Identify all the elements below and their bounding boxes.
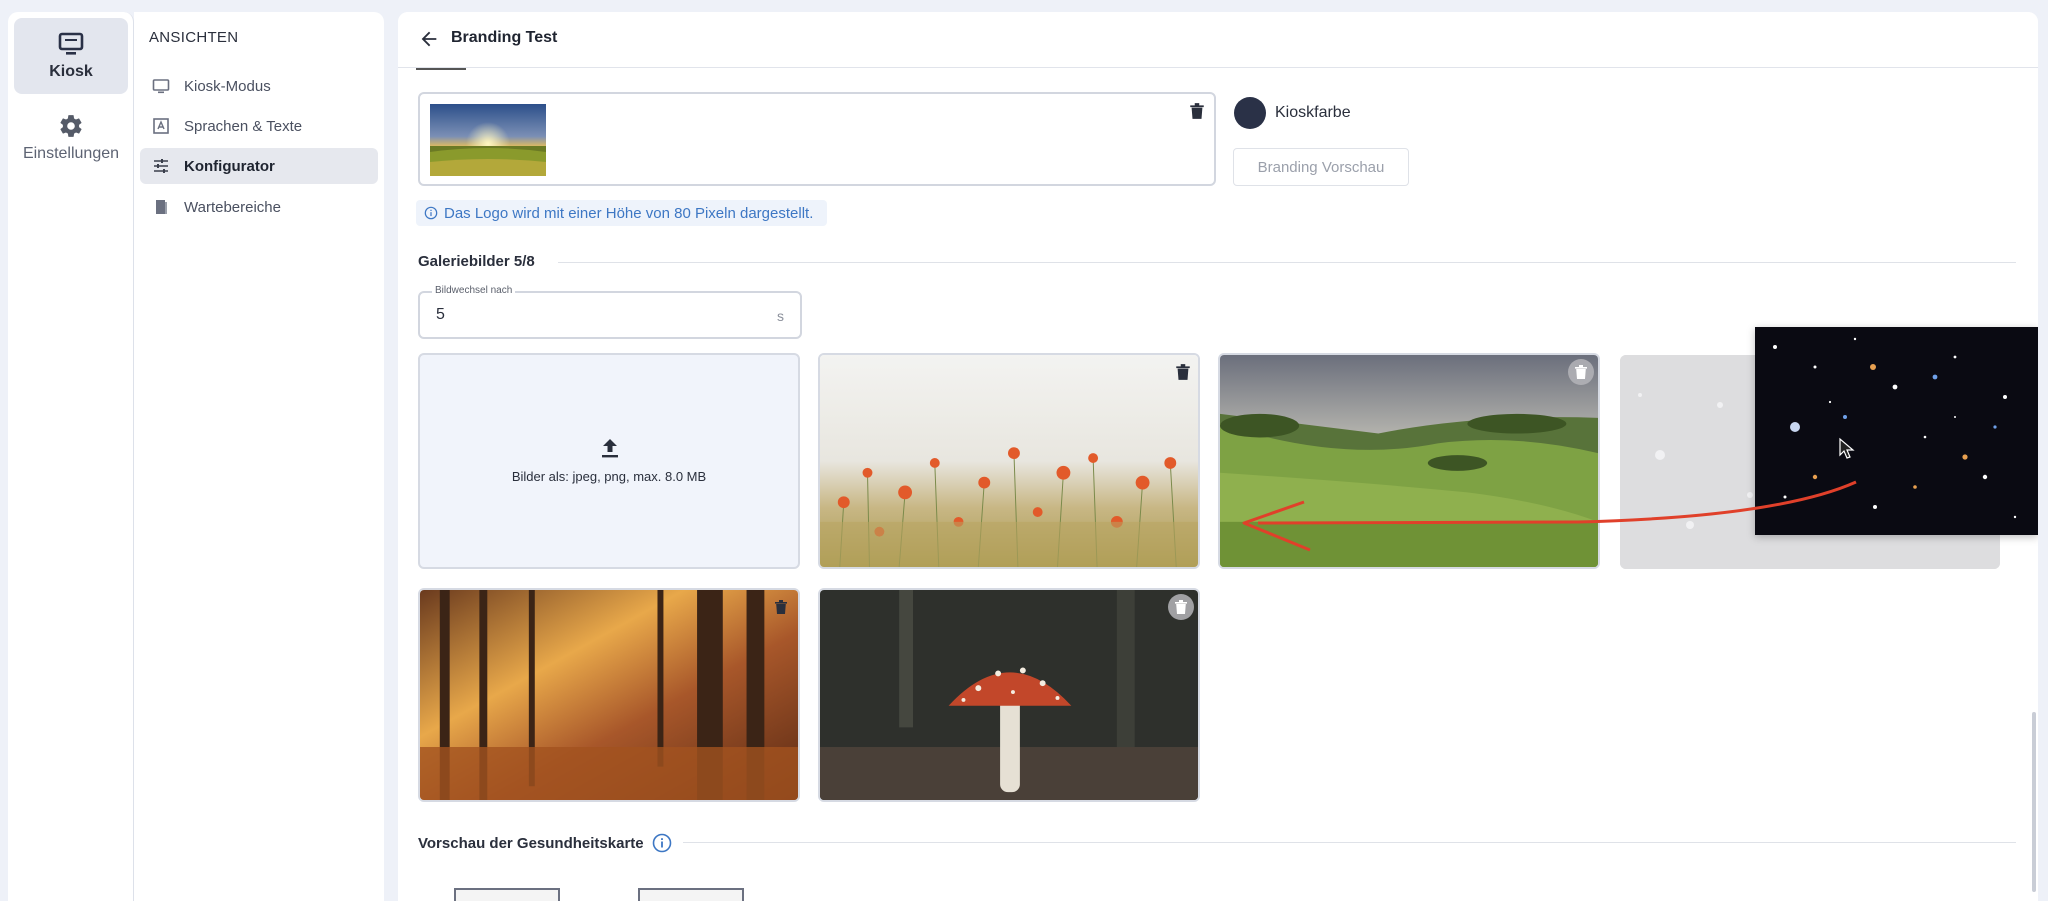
gallery-image-poppy-field[interactable] [818,353,1200,569]
main-panel: Branding Test Kioskfarbe Branding Vorsch… [398,12,2038,901]
gallery-image-green-hills[interactable] [1218,353,1600,569]
image-upload-dropzone[interactable]: Bilder als: jpeg, png, max. 8.0 MB [418,353,800,569]
page-header: Branding Test [398,12,2038,68]
logo-upload-box[interactable] [418,92,1216,186]
sliders-icon [154,159,168,173]
interval-unit: s [777,308,784,324]
branding-preview-button[interactable]: Branding Vorschau [1233,148,1409,186]
interval-input[interactable] [436,306,736,324]
mouse-cursor-icon [1839,437,1855,459]
mushroom-image [820,590,1198,800]
gallery-image-mushroom[interactable] [818,588,1200,802]
health-card-divider [683,842,2016,843]
autumn-forest-image [420,590,798,800]
trash-icon [775,600,787,614]
nav-item-label: Konfigurator [184,157,275,175]
interval-field[interactable]: Bildwechsel nach s [418,285,802,339]
delete-logo-button[interactable] [1184,98,1210,124]
page-title: Branding Test [451,29,558,46]
delete-image-button[interactable] [1168,594,1194,620]
kiosk-monitor-icon [58,32,84,55]
kiosk-color-swatch [1234,97,1266,129]
delete-image-button[interactable] [1170,359,1196,385]
dragged-image-galaxy[interactable] [1755,327,2038,535]
upload-hint: Bilder als: jpeg, png, max. 8.0 MB [511,469,707,484]
interval-field-label: Bildwechsel nach [432,285,516,296]
logo-image-sunset [430,104,546,176]
trash-icon [1175,600,1187,614]
views-nav: ANSICHTEN Kiosk-Modus Sprachen & Texte K… [134,12,384,901]
rail-item-label: Einstellungen [22,145,120,162]
back-arrow-icon[interactable] [418,28,440,50]
nav-item-wartebereiche[interactable]: Wartebereiche [140,189,378,225]
nav-item-konfigurator[interactable]: Konfigurator [140,148,378,184]
health-card-title: Vorschau der Gesundheitskarte [418,834,644,852]
trash-icon [1190,103,1204,119]
health-card-preview-back [638,888,744,901]
kiosk-color-picker[interactable]: Kioskfarbe [1234,97,1351,129]
nav-item-kiosk-modus[interactable]: Kiosk-Modus [140,68,378,104]
logo-height-note: Das Logo wird mit einer Höhe von 80 Pixe… [416,200,828,226]
monitor-icon [152,79,170,94]
main-scrollbar[interactable] [2032,712,2036,892]
translate-icon [153,118,169,134]
green-hills-image [1220,355,1598,567]
nav-item-label: Sprachen & Texte [184,117,303,135]
rail-item-kiosk[interactable]: Kiosk [14,18,128,94]
nav-item-label: Wartebereiche [184,198,281,216]
info-icon[interactable] [652,833,672,853]
info-icon [424,206,438,220]
delete-image-button[interactable] [1568,359,1594,385]
nav-item-sprachen[interactable]: Sprachen & Texte [140,108,378,144]
kiosk-color-label: Kioskfarbe [1275,104,1351,121]
poppy-field-image [820,355,1198,567]
gallery-image-autumn-forest[interactable] [418,588,800,802]
gallery-section-title: Galeriebilder 5/8 [418,253,535,270]
galaxy-stars-image [1755,327,2038,535]
health-card-section-title: Vorschau der Gesundheitskarte [418,833,672,853]
logo-note-text: Das Logo wird mit einer Höhe von 80 Pixe… [444,204,814,222]
nav-item-label: Kiosk-Modus [184,77,271,95]
rail-item-label: Kiosk [49,63,93,80]
trash-icon [1176,364,1190,380]
nav-heading: ANSICHTEN [149,29,239,46]
door-icon [156,200,167,214]
health-card-preview-front [454,888,560,901]
trash-icon [1575,365,1587,379]
upload-icon [602,439,618,458]
gallery-divider [558,262,2016,263]
app-rail: Kiosk Einstellungen [8,12,134,901]
rail-item-einstellungen[interactable]: Einstellungen [14,100,128,176]
gear-icon [60,115,82,137]
delete-image-button[interactable] [768,594,794,620]
